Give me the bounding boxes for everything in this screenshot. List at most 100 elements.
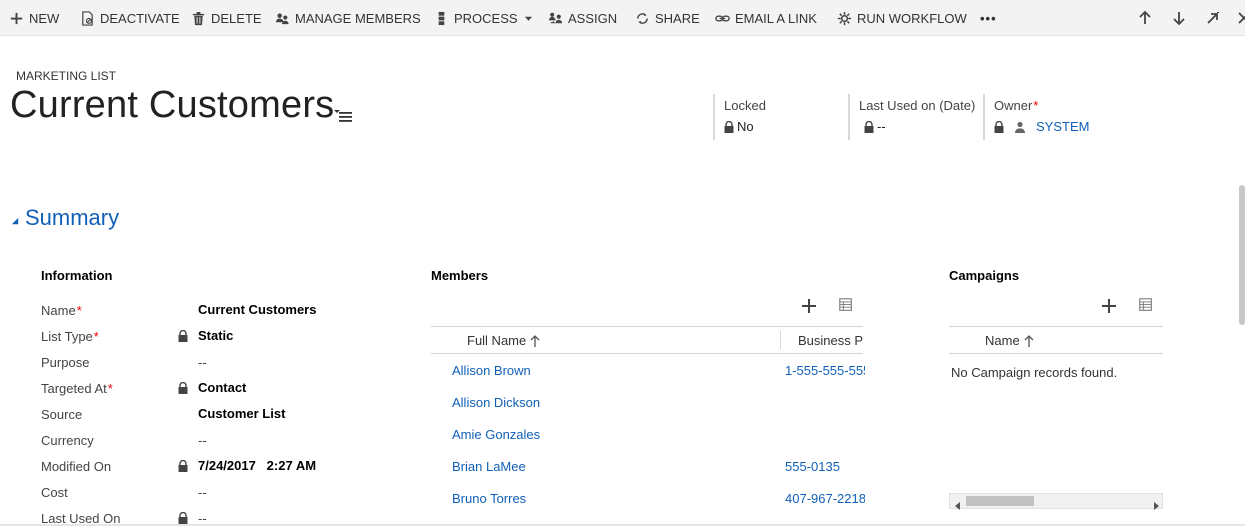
share-button[interactable]: SHARE [634, 0, 700, 36]
column-name[interactable]: Name [985, 333, 1034, 348]
member-phone-link[interactable]: 407-967-2218 [785, 491, 865, 506]
required-indicator: * [107, 381, 113, 396]
user-icon [1014, 121, 1026, 133]
popout-button[interactable] [1204, 9, 1222, 27]
member-link[interactable]: Allison Brown [452, 363, 531, 378]
cost-value[interactable]: -- [198, 485, 207, 500]
lock-icon [178, 329, 188, 342]
run-workflow-button[interactable]: RUN WORKFLOW [836, 0, 967, 36]
collapse-section-icon[interactable] [11, 213, 21, 225]
column-full-name[interactable]: Full Name [467, 333, 540, 348]
last-used-label: Last Used on (Date) [859, 98, 976, 113]
assign-button[interactable]: ASSIGN [547, 0, 617, 36]
column-separator [780, 331, 781, 349]
required-indicator: * [76, 303, 82, 318]
plus-icon [1102, 299, 1116, 313]
next-record-button[interactable] [1170, 9, 1188, 27]
close-button[interactable] [1235, 9, 1245, 27]
more-label: ••• [980, 10, 997, 26]
page-vertical-scrollbar[interactable] [1239, 185, 1245, 325]
lock-icon [994, 120, 1004, 133]
process-label: PROCESS [454, 10, 518, 26]
column-business-phone[interactable]: Business Ph [798, 333, 863, 348]
campaigns-horizontal-scrollbar[interactable] [949, 493, 1163, 510]
member-phone-link[interactable]: 1-555-555-5555 [785, 363, 865, 378]
campaigns-heading: Campaigns [949, 268, 1020, 283]
workflow-icon [836, 10, 852, 26]
header-field-owner: Owner* SYSTEM [983, 94, 1123, 140]
command-bar: NEW DEACTIVATE DELETE MANAGE MEMBERS PRO… [0, 0, 1245, 36]
grid-view-icon [839, 298, 852, 311]
information-heading: Information [41, 268, 113, 283]
campaigns-view-button[interactable] [1138, 297, 1156, 315]
section-title-summary[interactable]: Summary [25, 205, 119, 231]
manage-members-label: MANAGE MEMBERS [295, 10, 421, 26]
email-link-label: EMAIL A LINK [735, 10, 817, 26]
members-grid-header: Full Name Business Ph [431, 326, 863, 354]
scroll-right-icon[interactable] [1152, 497, 1160, 510]
cost-label: Cost [41, 485, 68, 500]
scrollbar-thumb[interactable] [966, 496, 1034, 506]
deactivate-icon [79, 10, 95, 26]
lock-icon [864, 120, 874, 133]
name-value[interactable]: Current Customers [198, 302, 316, 317]
member-link[interactable]: Amie Gonzales [452, 427, 540, 442]
sort-ascending-icon [1024, 334, 1034, 347]
owner-link[interactable]: SYSTEM [1036, 119, 1089, 134]
modified-on-value: 7/24/2017 2:27 AM [198, 458, 317, 473]
purpose-label: Purpose [41, 355, 90, 370]
lock-icon [178, 381, 188, 394]
source-value[interactable]: Customer List [198, 406, 285, 421]
list-type-value: Static [198, 328, 234, 343]
grid-view-icon [1139, 298, 1152, 311]
process-button[interactable]: PROCESS [433, 0, 534, 36]
deactivate-button[interactable]: DEACTIVATE [79, 0, 180, 36]
lock-icon [178, 459, 188, 472]
delete-button[interactable]: DELETE [190, 0, 262, 36]
members-view-button[interactable] [838, 297, 856, 315]
members-heading: Members [431, 268, 489, 283]
locked-value: No [737, 119, 754, 134]
arrow-up-icon [1139, 10, 1151, 24]
plus-icon [802, 299, 816, 313]
email-link-button[interactable]: EMAIL A LINK [714, 0, 817, 36]
purpose-value[interactable]: -- [198, 355, 207, 370]
close-icon [1238, 12, 1245, 24]
process-icon [433, 10, 449, 26]
modified-on-label: Modified On [41, 459, 112, 474]
member-link[interactable]: Allison Dickson [452, 395, 540, 410]
targeted-at-label: Targeted At* [41, 381, 113, 396]
add-campaign-button[interactable] [1100, 297, 1118, 315]
owner-label: Owner [994, 98, 1033, 113]
member-link[interactable]: Brian LaMee [452, 459, 526, 474]
required-indicator: * [93, 329, 99, 344]
member-phone-link[interactable]: 555-0135 [785, 459, 865, 474]
manage-members-button[interactable]: MANAGE MEMBERS [274, 0, 421, 36]
share-icon [634, 10, 650, 26]
trash-icon [190, 10, 206, 26]
campaigns-grid-header: Name [949, 326, 1163, 354]
run-workflow-label: RUN WORKFLOW [857, 10, 967, 26]
add-member-button[interactable] [800, 297, 818, 315]
deactivate-label: DEACTIVATE [100, 10, 180, 26]
delete-label: DELETE [211, 10, 262, 26]
form-selector-button[interactable] [333, 107, 353, 123]
lock-icon [178, 511, 188, 524]
list-type-label: List Type* [41, 329, 99, 344]
required-indicator: * [1033, 98, 1039, 113]
plus-icon [8, 10, 24, 26]
page-title: Current Customers [10, 84, 335, 126]
link-icon [714, 10, 730, 26]
assign-icon [547, 10, 563, 26]
last-used-value: -- [877, 119, 886, 134]
more-commands-button[interactable]: ••• [980, 0, 997, 36]
previous-record-button[interactable] [1136, 9, 1154, 27]
lock-icon [724, 120, 734, 133]
scroll-left-icon[interactable] [954, 497, 962, 510]
currency-value[interactable]: -- [198, 433, 207, 448]
new-button[interactable]: NEW [8, 0, 59, 36]
locked-label: Locked [724, 98, 766, 113]
users-icon [274, 10, 290, 26]
source-label: Source [41, 407, 83, 422]
member-link[interactable]: Bruno Torres [452, 491, 526, 506]
